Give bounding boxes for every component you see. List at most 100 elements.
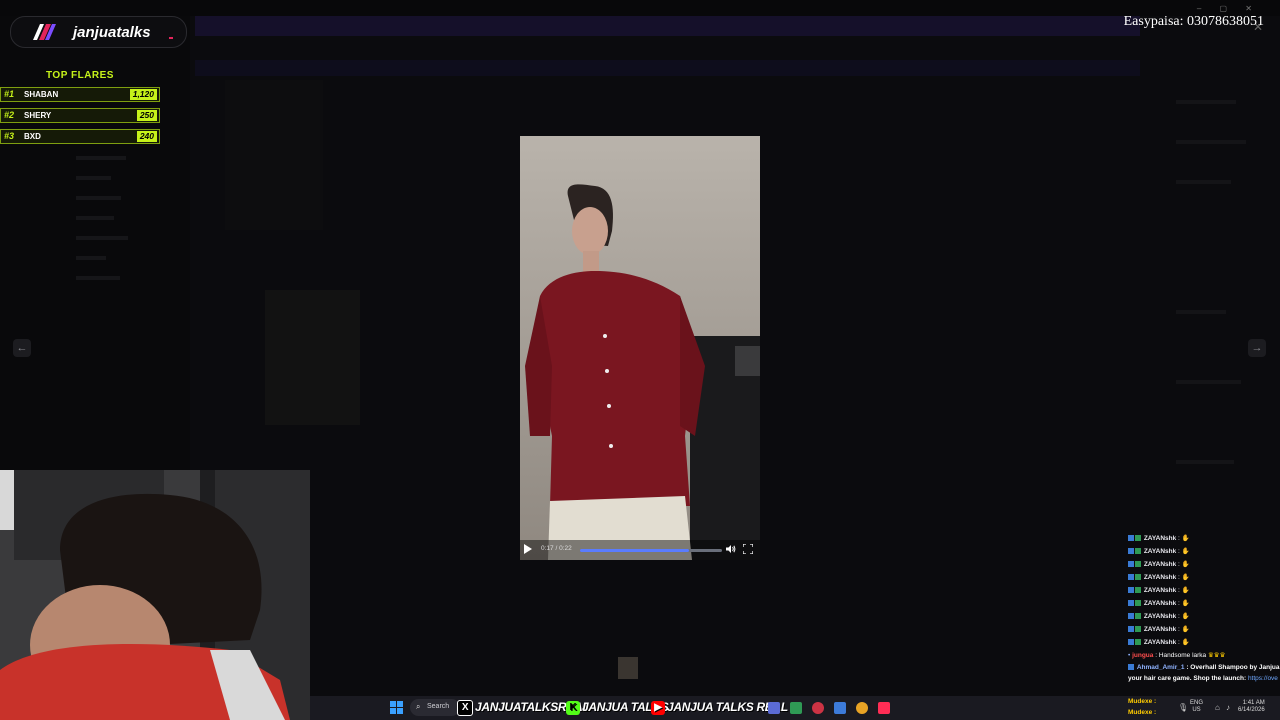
badge-icon bbox=[1135, 561, 1141, 568]
flare-rank: #2 bbox=[4, 110, 15, 120]
badge-icon bbox=[1135, 613, 1141, 620]
stream-logo: janjuatalks bbox=[10, 16, 187, 48]
next-arrow-icon[interactable]: → bbox=[1248, 339, 1266, 357]
badge-icon bbox=[1135, 574, 1141, 581]
taskbar-app-icon[interactable] bbox=[768, 702, 780, 714]
search-label: Search bbox=[427, 703, 450, 710]
window-controls[interactable]: – ▢ ✕ bbox=[1197, 4, 1260, 13]
flare-row: #1 SHABAN 1,120 bbox=[0, 87, 160, 102]
chat-text: : Overhall Shampoo by Janjua bbox=[1186, 664, 1280, 671]
member-placeholder bbox=[1176, 460, 1234, 464]
badge-icon bbox=[1128, 613, 1134, 620]
video-progress-bar[interactable] bbox=[580, 549, 722, 552]
easypaisa-number: Easypaisa: 03078638051 bbox=[1123, 14, 1264, 29]
channel-placeholder bbox=[76, 276, 120, 280]
badge-icon bbox=[1135, 626, 1141, 633]
chat-text: : bbox=[1178, 548, 1180, 555]
badge-icon bbox=[1135, 535, 1141, 542]
background-media bbox=[225, 80, 323, 230]
chat-username: ZAYANshk bbox=[1143, 613, 1177, 620]
logo-accent bbox=[169, 37, 173, 39]
chat-message: ZAYANshk : ✋ bbox=[1128, 638, 1280, 646]
member-placeholder bbox=[1176, 180, 1231, 184]
chat-text: : bbox=[1178, 626, 1180, 633]
channel-placeholder bbox=[76, 196, 121, 200]
chat-username: ZAYANshk bbox=[1143, 626, 1177, 633]
chat-text: : bbox=[1178, 600, 1180, 607]
chat-link[interactable]: https://ove bbox=[1248, 675, 1278, 682]
fullscreen-icon[interactable] bbox=[743, 544, 753, 554]
tiktok-icon[interactable] bbox=[878, 702, 890, 714]
clock[interactable]: 1:41 AM 6/14/2026 bbox=[1238, 700, 1265, 714]
badge-icon bbox=[1135, 639, 1141, 646]
chat-message: ZAYANshk : ✋ bbox=[1128, 573, 1280, 581]
lang-region: US bbox=[1192, 707, 1201, 713]
language-indicator[interactable]: ENG US bbox=[1190, 700, 1203, 714]
channel-placeholder bbox=[76, 176, 111, 180]
chat-text: : bbox=[1178, 561, 1180, 568]
channel-placeholder bbox=[76, 256, 106, 260]
overlay-alert-line: Mudexe : bbox=[1128, 698, 1157, 705]
chat-text: : bbox=[1178, 639, 1180, 646]
x-logo-icon: X bbox=[457, 699, 473, 716]
taskbar-search[interactable]: ⌕ Search bbox=[410, 699, 460, 716]
badge-icon bbox=[1128, 535, 1134, 542]
background-titlebar bbox=[0, 0, 1280, 16]
volume-tray-icon[interactable]: ♪ bbox=[1226, 703, 1230, 712]
taskbar-app-icon[interactable] bbox=[790, 702, 802, 714]
cursor-emote-icon: ✋ bbox=[1181, 639, 1190, 646]
media-thumbnail[interactable] bbox=[618, 657, 638, 679]
chat-username: jungua bbox=[1132, 652, 1154, 659]
clock-date: 6/14/2026 bbox=[1238, 707, 1265, 713]
cursor-emote-icon: ✋ bbox=[1181, 613, 1190, 620]
diamond-icon: • bbox=[1128, 652, 1131, 659]
flare-row: #3 BXD 240 bbox=[0, 129, 160, 144]
channel-placeholder bbox=[76, 216, 114, 220]
chat-username: Ahmad_Amir_1 bbox=[1136, 664, 1185, 671]
previous-arrow-icon[interactable]: ← bbox=[13, 339, 31, 357]
video-progress-fill bbox=[580, 549, 690, 552]
volume-icon[interactable] bbox=[726, 544, 736, 554]
windows-start-icon[interactable] bbox=[390, 701, 403, 714]
badge-icon bbox=[1135, 548, 1141, 555]
microphone-icon[interactable]: 🎙 bbox=[1178, 703, 1188, 712]
video-controls: 0:17 / 0:22 bbox=[520, 540, 760, 560]
youtube-logo-icon: ▶ bbox=[651, 700, 665, 715]
member-placeholder bbox=[1176, 100, 1236, 104]
flare-value: 240 bbox=[136, 131, 157, 142]
video-frame[interactable] bbox=[520, 136, 760, 560]
badge-icon bbox=[1135, 600, 1141, 607]
taskbar: ⌕ Search X JANJUATALKSREAL K JANJUA TALKS … bbox=[310, 696, 1280, 720]
background-banner bbox=[195, 16, 1140, 36]
play-icon[interactable] bbox=[524, 544, 532, 554]
chat-username: ZAYANshk bbox=[1143, 574, 1177, 581]
video-player[interactable]: 0:17 / 0:22 bbox=[520, 136, 760, 560]
chat-text: your hair care game. Shop the launch: bbox=[1128, 675, 1247, 682]
badge-icon bbox=[1128, 548, 1134, 555]
cursor-emote-icon: ✋ bbox=[1181, 548, 1190, 555]
background-media bbox=[265, 290, 360, 425]
chat-username: ZAYANshk bbox=[1143, 535, 1177, 542]
flare-value: 250 bbox=[136, 110, 157, 121]
badge-icon bbox=[1128, 587, 1134, 594]
badge-icon bbox=[1128, 574, 1134, 581]
logo-mark-icon bbox=[33, 24, 56, 40]
badge-icon bbox=[1128, 561, 1134, 568]
chrome-icon[interactable] bbox=[856, 702, 868, 714]
video-time: 0:17 / 0:22 bbox=[541, 545, 572, 552]
chat-text: : bbox=[1178, 587, 1180, 594]
cursor-emote-icon: ✋ bbox=[1181, 626, 1190, 633]
member-placeholder bbox=[1176, 140, 1246, 144]
flare-rank: #3 bbox=[4, 131, 15, 141]
chat-message: ZAYANshk : ✋ bbox=[1128, 547, 1280, 555]
taskbar-app-icon[interactable] bbox=[834, 702, 846, 714]
badge-icon bbox=[1128, 600, 1134, 607]
network-icon[interactable]: ⌂ bbox=[1215, 703, 1220, 712]
flare-rank: #1 bbox=[4, 89, 15, 99]
cursor-emote-icon: ✋ bbox=[1181, 535, 1190, 542]
chat-text: : Handsome larka bbox=[1155, 652, 1207, 659]
channel-placeholder bbox=[76, 236, 128, 240]
chat-message: Ahmad_Amir_1 : Overhall Shampoo by Janju… bbox=[1128, 664, 1280, 671]
taskbar-app-icon[interactable] bbox=[812, 702, 824, 714]
chat-message: • jungua : Handsome larka ♛♛♛ bbox=[1128, 651, 1280, 659]
